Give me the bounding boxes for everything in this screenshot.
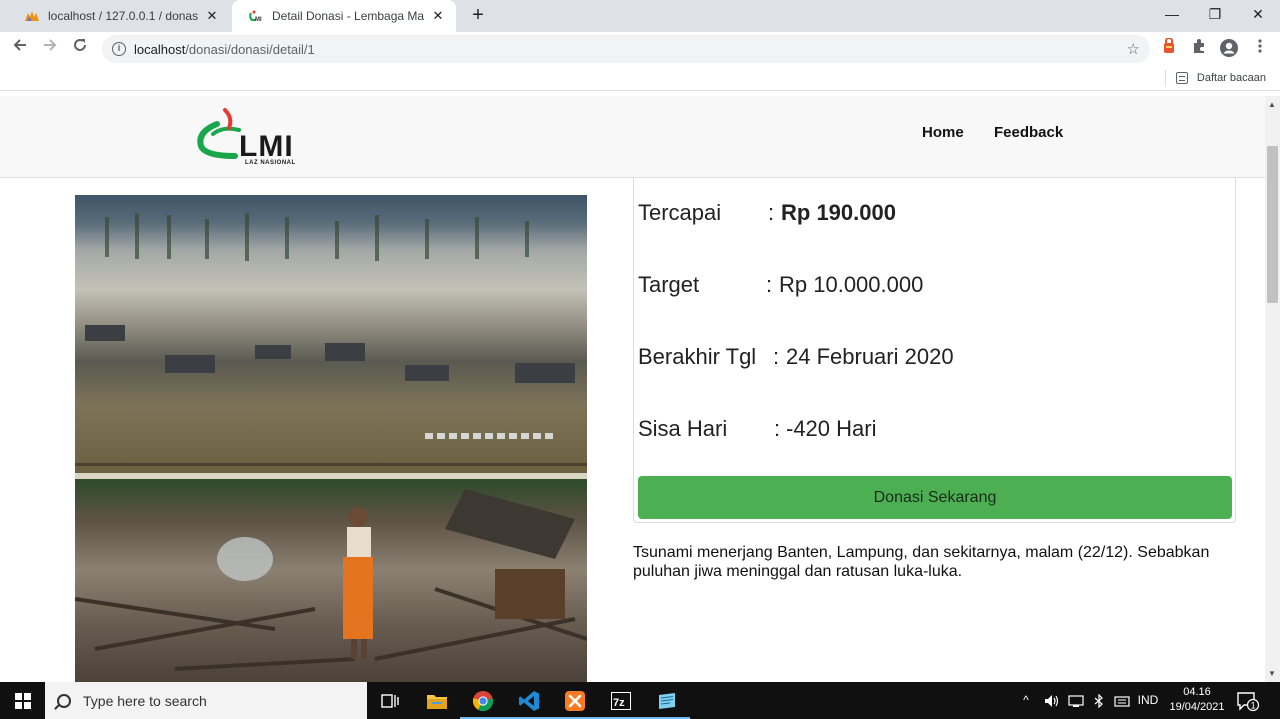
donation-description: Tsunami menerjang Banten, Lampung, dan s… [633, 544, 1210, 580]
extension-red-icon[interactable] [1158, 37, 1180, 60]
page-scrollbar[interactable]: ▲ ▼ [1265, 96, 1280, 682]
close-tab-icon[interactable]: ✕ [430, 8, 446, 24]
info-row-tercapai: Tercapai : Rp 190.000 [638, 200, 896, 226]
info-colon: : [768, 200, 775, 225]
info-label: Target [638, 272, 700, 297]
tab-phpmyadmin[interactable]: localhost / 127.0.0.1 / donasi | ph ✕ [8, 0, 230, 32]
info-row-berakhir: Berakhir Tgl : 24 Februari 2020 [638, 344, 954, 370]
info-row-target: Target : Rp 10.000.000 [638, 272, 923, 298]
back-icon[interactable] [8, 37, 32, 61]
site-navbar: LMI LAZ NASIONAL Home Feedback [0, 96, 1265, 178]
reading-list-icon [1175, 72, 1188, 84]
notification-count: 1 [1251, 701, 1256, 711]
bookmark-star-icon[interactable]: ☆ [1127, 40, 1140, 58]
reload-icon[interactable] [68, 37, 92, 61]
file-explorer-icon[interactable] [414, 682, 460, 719]
tab-strip: localhost / 127.0.0.1 / donasi | ph ✕ MI… [0, 0, 1280, 32]
url-path: /donasi/donasi/detail/1 [185, 41, 315, 57]
7zip-icon[interactable]: 7z [598, 682, 644, 719]
browser-menu-icon[interactable] [1249, 38, 1271, 60]
info-value-sisa-hari: -420 Hari [786, 416, 877, 441]
scroll-thumb[interactable] [1267, 146, 1278, 303]
windows-logo-icon [14, 692, 31, 709]
xampp-icon[interactable] [552, 682, 598, 719]
page-viewport: LMI LAZ NASIONAL Home Feedback Tercapai … [0, 96, 1265, 682]
search-placeholder: Type here to search [83, 692, 207, 709]
taskbar-search-box[interactable]: Type here to search [45, 682, 367, 719]
task-view-icon[interactable] [367, 682, 413, 719]
info-label: Berakhir Tgl [638, 344, 757, 369]
address-bar[interactable]: i localhost/donasi/donasi/detail/1 ☆ [102, 35, 1150, 63]
volume-icon[interactable] [1040, 682, 1064, 719]
info-colon: : [773, 344, 780, 369]
bookmarks-bar: Daftar bacaan [0, 65, 1280, 91]
close-tab-icon[interactable]: ✕ [204, 8, 220, 24]
input-method-icon[interactable] [1110, 682, 1134, 719]
url-host: localhost [134, 41, 186, 57]
language-indicator[interactable]: IND [1134, 682, 1162, 719]
tab-title: localhost / 127.0.0.1 / donasi | ph [48, 9, 198, 23]
tsunami-wave-photo [75, 195, 587, 473]
clock-date: 19/04/2021 [1169, 701, 1225, 713]
windows-taskbar: Type here to search 7z ^ IND 04.16 19/04… [0, 682, 1280, 719]
nav-feedback[interactable]: Feedback [994, 124, 1063, 141]
phpmyadmin-icon [24, 8, 40, 24]
new-tab-button[interactable]: + [466, 4, 490, 28]
donasi-sekarang-button[interactable]: Donasi Sekarang [638, 476, 1232, 519]
info-row-sisa-hari: Sisa Hari : -420 Hari [638, 416, 876, 442]
bluetooth-icon[interactable] [1088, 682, 1110, 719]
minimize-icon[interactable]: — [1150, 0, 1194, 28]
start-button[interactable] [0, 682, 45, 719]
info-colon: : [774, 416, 781, 441]
tsunami-damage-photo [75, 479, 587, 682]
info-colon: : [766, 272, 773, 297]
svg-text:7z: 7z [613, 697, 625, 709]
info-value-berakhir: 24 Februari 2020 [786, 344, 954, 369]
reading-list-button[interactable]: Daftar bacaan [1164, 70, 1266, 86]
logo-text: LMI [239, 130, 294, 163]
tab-detail-donasi[interactable]: MI Detail Donasi - Lembaga Manajer ✕ [232, 0, 456, 32]
donation-info-panel: Tercapai : Rp 190.000 Target : Rp 10.000… [633, 178, 1236, 523]
info-label: Tercapai [638, 200, 722, 225]
lmi-favicon-icon: MI [248, 8, 264, 24]
profile-avatar-icon[interactable] [1218, 38, 1240, 60]
info-value-target: Rp 10.000.000 [779, 272, 924, 297]
info-label: Sisa Hari [638, 416, 728, 441]
extensions-puzzle-icon[interactable] [1188, 38, 1210, 60]
browser-toolbar: i localhost/donasi/donasi/detail/1 ☆ [0, 32, 1280, 65]
close-window-icon[interactable]: ✕ [1236, 0, 1280, 28]
taskbar-clock[interactable]: 04.16 19/04/2021 [1164, 685, 1230, 715]
site-info-icon[interactable]: i [112, 42, 126, 56]
network-icon[interactable] [1064, 682, 1088, 719]
restore-icon[interactable]: ❐ [1193, 0, 1237, 28]
lmi-logo[interactable]: LMI LAZ NASIONAL [195, 108, 321, 166]
search-icon [57, 693, 71, 708]
show-hidden-icons-chevron-icon[interactable]: ^ [1018, 682, 1034, 719]
divider [1164, 70, 1166, 86]
donation-photo [75, 195, 587, 682]
vscode-icon[interactable] [506, 682, 552, 719]
tab-title: Detail Donasi - Lembaga Manajer [272, 9, 424, 23]
logo-subtitle: LAZ NASIONAL [245, 160, 296, 166]
reading-list-label: Daftar bacaan [1196, 72, 1266, 84]
clock-time: 04.16 [1183, 686, 1211, 698]
nav-home[interactable]: Home [922, 124, 964, 141]
svg-text:MI: MI [255, 17, 262, 23]
forward-icon[interactable] [38, 37, 62, 61]
notification-center-icon[interactable]: 1 [1236, 690, 1260, 712]
scroll-up-icon[interactable]: ▲ [1268, 100, 1276, 109]
info-value-tercapai: Rp 190.000 [781, 200, 896, 225]
chrome-icon[interactable] [460, 682, 506, 719]
notepad-icon[interactable] [644, 682, 690, 719]
scroll-down-icon[interactable]: ▼ [1268, 669, 1276, 678]
